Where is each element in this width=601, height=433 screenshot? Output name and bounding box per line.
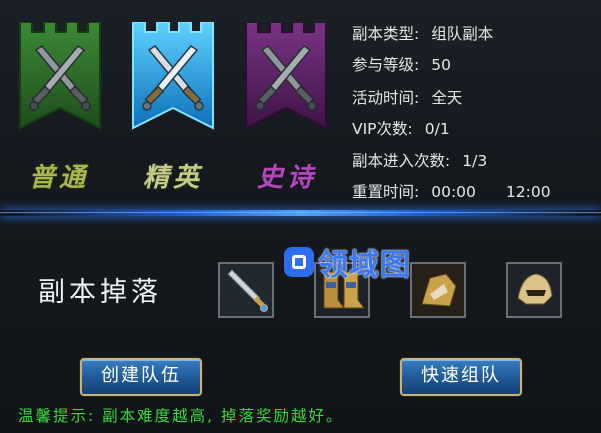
mode-epic-label[interactable]: 史诗 [242, 157, 332, 194]
info-time-row: 活动时间: 全天 [352, 86, 462, 108]
quick-match-button[interactable]: 快速组队 [400, 358, 522, 396]
section-divider [0, 210, 601, 216]
info-vip-label: VIP次数: [352, 120, 413, 138]
hint-text: 温馨提示: 副本难度越高, 掉落奖励越好。 [18, 407, 344, 425]
info-type-value: 组队副本 [431, 25, 494, 43]
info-entries-label: 副本进入次数: [352, 152, 451, 170]
mode-normal-banner[interactable] [18, 22, 102, 132]
create-team-button[interactable]: 创建队伍 [80, 358, 202, 396]
dungeon-panel: 普通 精英 史诗 副本类型: 组队副本 参与等级: 50 活动时间: 全天 VIP次数… [0, 0, 601, 433]
mode-elite-label[interactable]: 精英 [128, 157, 218, 194]
watermark-logo-icon [284, 247, 314, 277]
info-time-label: 活动时间: [352, 89, 420, 107]
info-entries-row: 副本进入次数: 1/3 [352, 149, 487, 171]
info-reset-value-2: 12:00 [505, 183, 551, 201]
mode-normal-label[interactable]: 普通 [14, 157, 104, 194]
info-reset-label: 重置时间: [352, 183, 420, 201]
drop-item-4[interactable] [506, 262, 562, 318]
info-time-value: 全天 [431, 89, 463, 107]
info-vip-value: 0/1 [424, 120, 450, 138]
section-divider-highlight [0, 212, 601, 213]
info-level-row: 参与等级: 50 [352, 53, 451, 75]
info-reset-row: 重置时间: 00:00 12:00 [352, 180, 551, 202]
drop-item-3[interactable] [410, 262, 466, 318]
info-type-row: 副本类型: 组队副本 [352, 22, 493, 44]
crossed-swords-icon [132, 22, 214, 130]
info-level-value: 50 [431, 56, 451, 74]
sword-item-icon [220, 264, 272, 316]
info-reset-value-1: 00:00 [431, 183, 476, 201]
watermark-text: 领域图 [318, 248, 411, 283]
info-vip-row: VIP次数: 0/1 [352, 117, 450, 139]
info-level-label: 参与等级: [352, 56, 420, 74]
mode-epic-banner[interactable] [244, 22, 328, 132]
info-entries-value: 1/3 [462, 152, 488, 170]
watermark: 领域图 [284, 242, 411, 283]
mode-elite-banner[interactable] [131, 22, 215, 132]
crossed-swords-icon [19, 22, 101, 130]
crossed-swords-icon [245, 22, 327, 130]
drop-item-1[interactable] [218, 262, 274, 318]
gauntlet-item-icon [412, 264, 464, 316]
helmet-item-icon [508, 264, 560, 316]
info-type-label: 副本类型: [352, 25, 420, 43]
drops-title: 副本掉落 [38, 277, 162, 308]
